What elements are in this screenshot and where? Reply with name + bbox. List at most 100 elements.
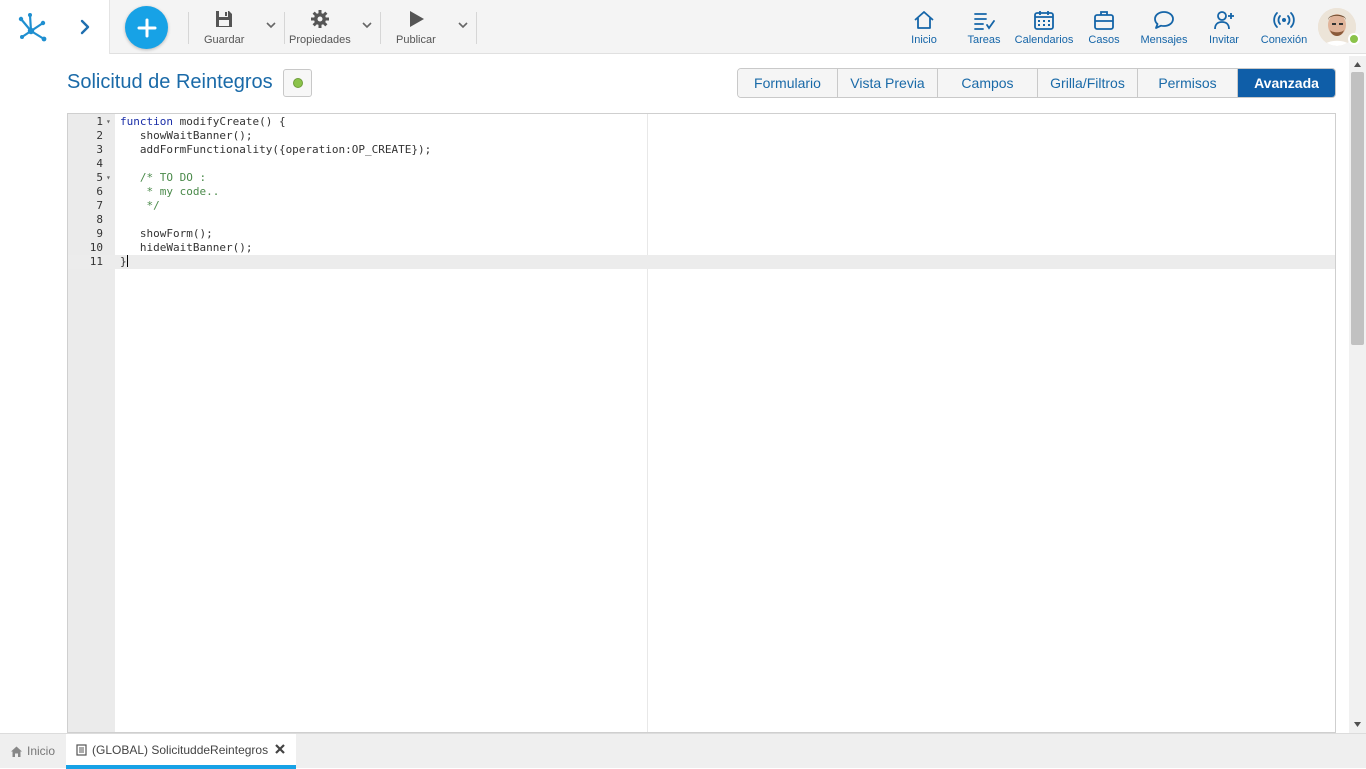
nav-calendarios[interactable]: Calendarios	[1015, 9, 1073, 47]
line-number: 9	[96, 227, 103, 240]
tab-campos[interactable]: Campos	[938, 69, 1038, 97]
scrollbar-thumb[interactable]	[1351, 72, 1364, 345]
text-cursor	[126, 255, 128, 267]
line-number: 8	[96, 213, 103, 226]
fold-toggle-icon[interactable]: ▾	[106, 171, 111, 185]
line-number: 6	[96, 185, 103, 198]
publish-button[interactable]: Publicar	[396, 8, 436, 48]
page-scrollbar[interactable]	[1349, 56, 1366, 733]
nav-label: Inicio	[911, 34, 937, 46]
properties-label: Propiedades	[289, 34, 351, 46]
code-text: */	[120, 199, 160, 212]
status-button[interactable]	[283, 69, 312, 97]
calendar-icon	[1034, 11, 1054, 30]
line-number: 4	[96, 157, 103, 170]
status-indicator-icon	[292, 78, 303, 88]
code-text: }	[120, 255, 128, 268]
toolbar-separator	[476, 12, 477, 44]
code-line[interactable]: 3 addFormFunctionality({operation:OP_CRE…	[68, 143, 1335, 157]
save-button[interactable]: Guardar	[204, 8, 244, 48]
tab-formulario[interactable]: Formulario	[738, 69, 838, 97]
line-number: 2	[96, 129, 103, 142]
properties-dropdown-chevron-icon[interactable]	[360, 18, 374, 32]
line-number: 10	[89, 241, 103, 254]
scroll-up-arrow-icon[interactable]	[1353, 60, 1362, 69]
scroll-down-arrow-icon[interactable]	[1353, 720, 1362, 729]
save-dropdown-chevron-icon[interactable]	[264, 18, 278, 32]
code-line[interactable]: 7 */	[68, 199, 1335, 213]
code-line[interactable]: 9 showForm();	[68, 227, 1335, 241]
nav-label: Casos	[1088, 34, 1120, 46]
nav-label: Calendarios	[1014, 34, 1074, 46]
gear-icon	[310, 10, 329, 28]
code-text: showForm();	[120, 227, 213, 240]
page-title: Solicitud de Reintegros	[67, 71, 273, 93]
chevron-right-icon[interactable]	[74, 16, 96, 38]
code-line[interactable]: 8	[68, 213, 1335, 227]
tab-permisos[interactable]: Permisos	[1138, 69, 1238, 97]
nav-label: Mensajes	[1140, 34, 1188, 46]
line-number: 1	[96, 115, 103, 128]
line-number: 7	[96, 199, 103, 212]
document-icon	[76, 743, 87, 756]
bottom-tab-document[interactable]: (GLOBAL) SolicituddeReintegros	[66, 734, 296, 769]
play-icon	[409, 11, 424, 27]
code-line[interactable]: 10 hideWaitBanner();	[68, 241, 1335, 255]
code-text: addFormFunctionality({operation:OP_CREAT…	[120, 143, 432, 156]
code-text: * my code..	[120, 185, 220, 198]
online-status-badge	[1348, 33, 1360, 45]
code-line[interactable]: 6 * my code..	[68, 185, 1335, 199]
nav-label: Invitar	[1209, 34, 1239, 46]
save-label: Guardar	[204, 34, 245, 46]
code-line[interactable]: 2 showWaitBanner();	[68, 129, 1335, 143]
code-text: hideWaitBanner();	[120, 241, 253, 254]
code-editor[interactable]: 1 ▾ function modifyCreate() {2 showWaitBan…	[67, 113, 1336, 733]
invite-user-icon	[1214, 11, 1234, 30]
line-number: 5	[96, 171, 103, 184]
publish-label: Publicar	[396, 34, 436, 46]
fold-toggle-icon[interactable]: ▾	[106, 115, 111, 129]
nav-casos[interactable]: Casos	[1088, 9, 1120, 47]
code-line[interactable]: 1 ▾ function modifyCreate() {	[68, 115, 1335, 129]
home-icon	[11, 746, 22, 757]
nav-label: Conexión	[1260, 34, 1308, 46]
nav-label: Tareas	[967, 34, 1001, 46]
code-text: function modifyCreate() {	[120, 115, 286, 128]
floppy-disk-icon	[216, 11, 233, 27]
nav-mensajes[interactable]: Mensajes	[1140, 9, 1188, 47]
logo-area	[0, 0, 110, 54]
form-tabs: Formulario Vista Previa Campos Grilla/Fi…	[737, 68, 1336, 98]
nav-invitar[interactable]: Invitar	[1208, 9, 1240, 47]
publish-dropdown-chevron-icon[interactable]	[456, 18, 470, 32]
app-logo-icon[interactable]	[13, 9, 49, 45]
toolbar-separator	[380, 12, 381, 44]
chat-icon	[1154, 11, 1174, 29]
nav-tareas[interactable]: Tareas	[967, 9, 1001, 47]
code-text: /* TO DO :	[120, 171, 207, 184]
code-line[interactable]: 11}	[68, 255, 1335, 269]
properties-button[interactable]: Propiedades	[289, 8, 351, 48]
bottom-tab-document-label: (GLOBAL) SolicituddeReintegros	[92, 742, 269, 757]
bottom-tab-home[interactable]: Inicio	[10, 740, 55, 762]
tab-vista-previa[interactable]: Vista Previa	[838, 69, 938, 97]
bottom-tab-bar: Inicio (GLOBAL) SolicituddeReintegros	[0, 733, 1366, 769]
add-button[interactable]	[125, 6, 168, 49]
nav-inicio[interactable]: Inicio	[910, 9, 938, 47]
line-number: 3	[96, 143, 103, 156]
plus-icon	[137, 18, 156, 37]
nav-conexion[interactable]: Conexión	[1260, 9, 1308, 47]
connection-icon	[1273, 12, 1295, 28]
tab-avanzada[interactable]: Avanzada	[1238, 69, 1335, 97]
code-line[interactable]: 5 ▾ /* TO DO :	[68, 171, 1335, 185]
briefcase-icon	[1094, 11, 1114, 30]
bottom-tab-home-label: Inicio	[27, 744, 56, 758]
tasks-icon	[974, 13, 995, 30]
code-text: showWaitBanner();	[120, 129, 253, 142]
toolbar-separator	[188, 12, 189, 44]
home-icon	[914, 11, 934, 29]
tab-grilla-filtros[interactable]: Grilla/Filtros	[1038, 69, 1138, 97]
code-line[interactable]: 4	[68, 157, 1335, 171]
toolbar-separator	[284, 12, 285, 44]
line-number: 11	[89, 255, 103, 268]
close-icon[interactable]	[274, 743, 286, 755]
